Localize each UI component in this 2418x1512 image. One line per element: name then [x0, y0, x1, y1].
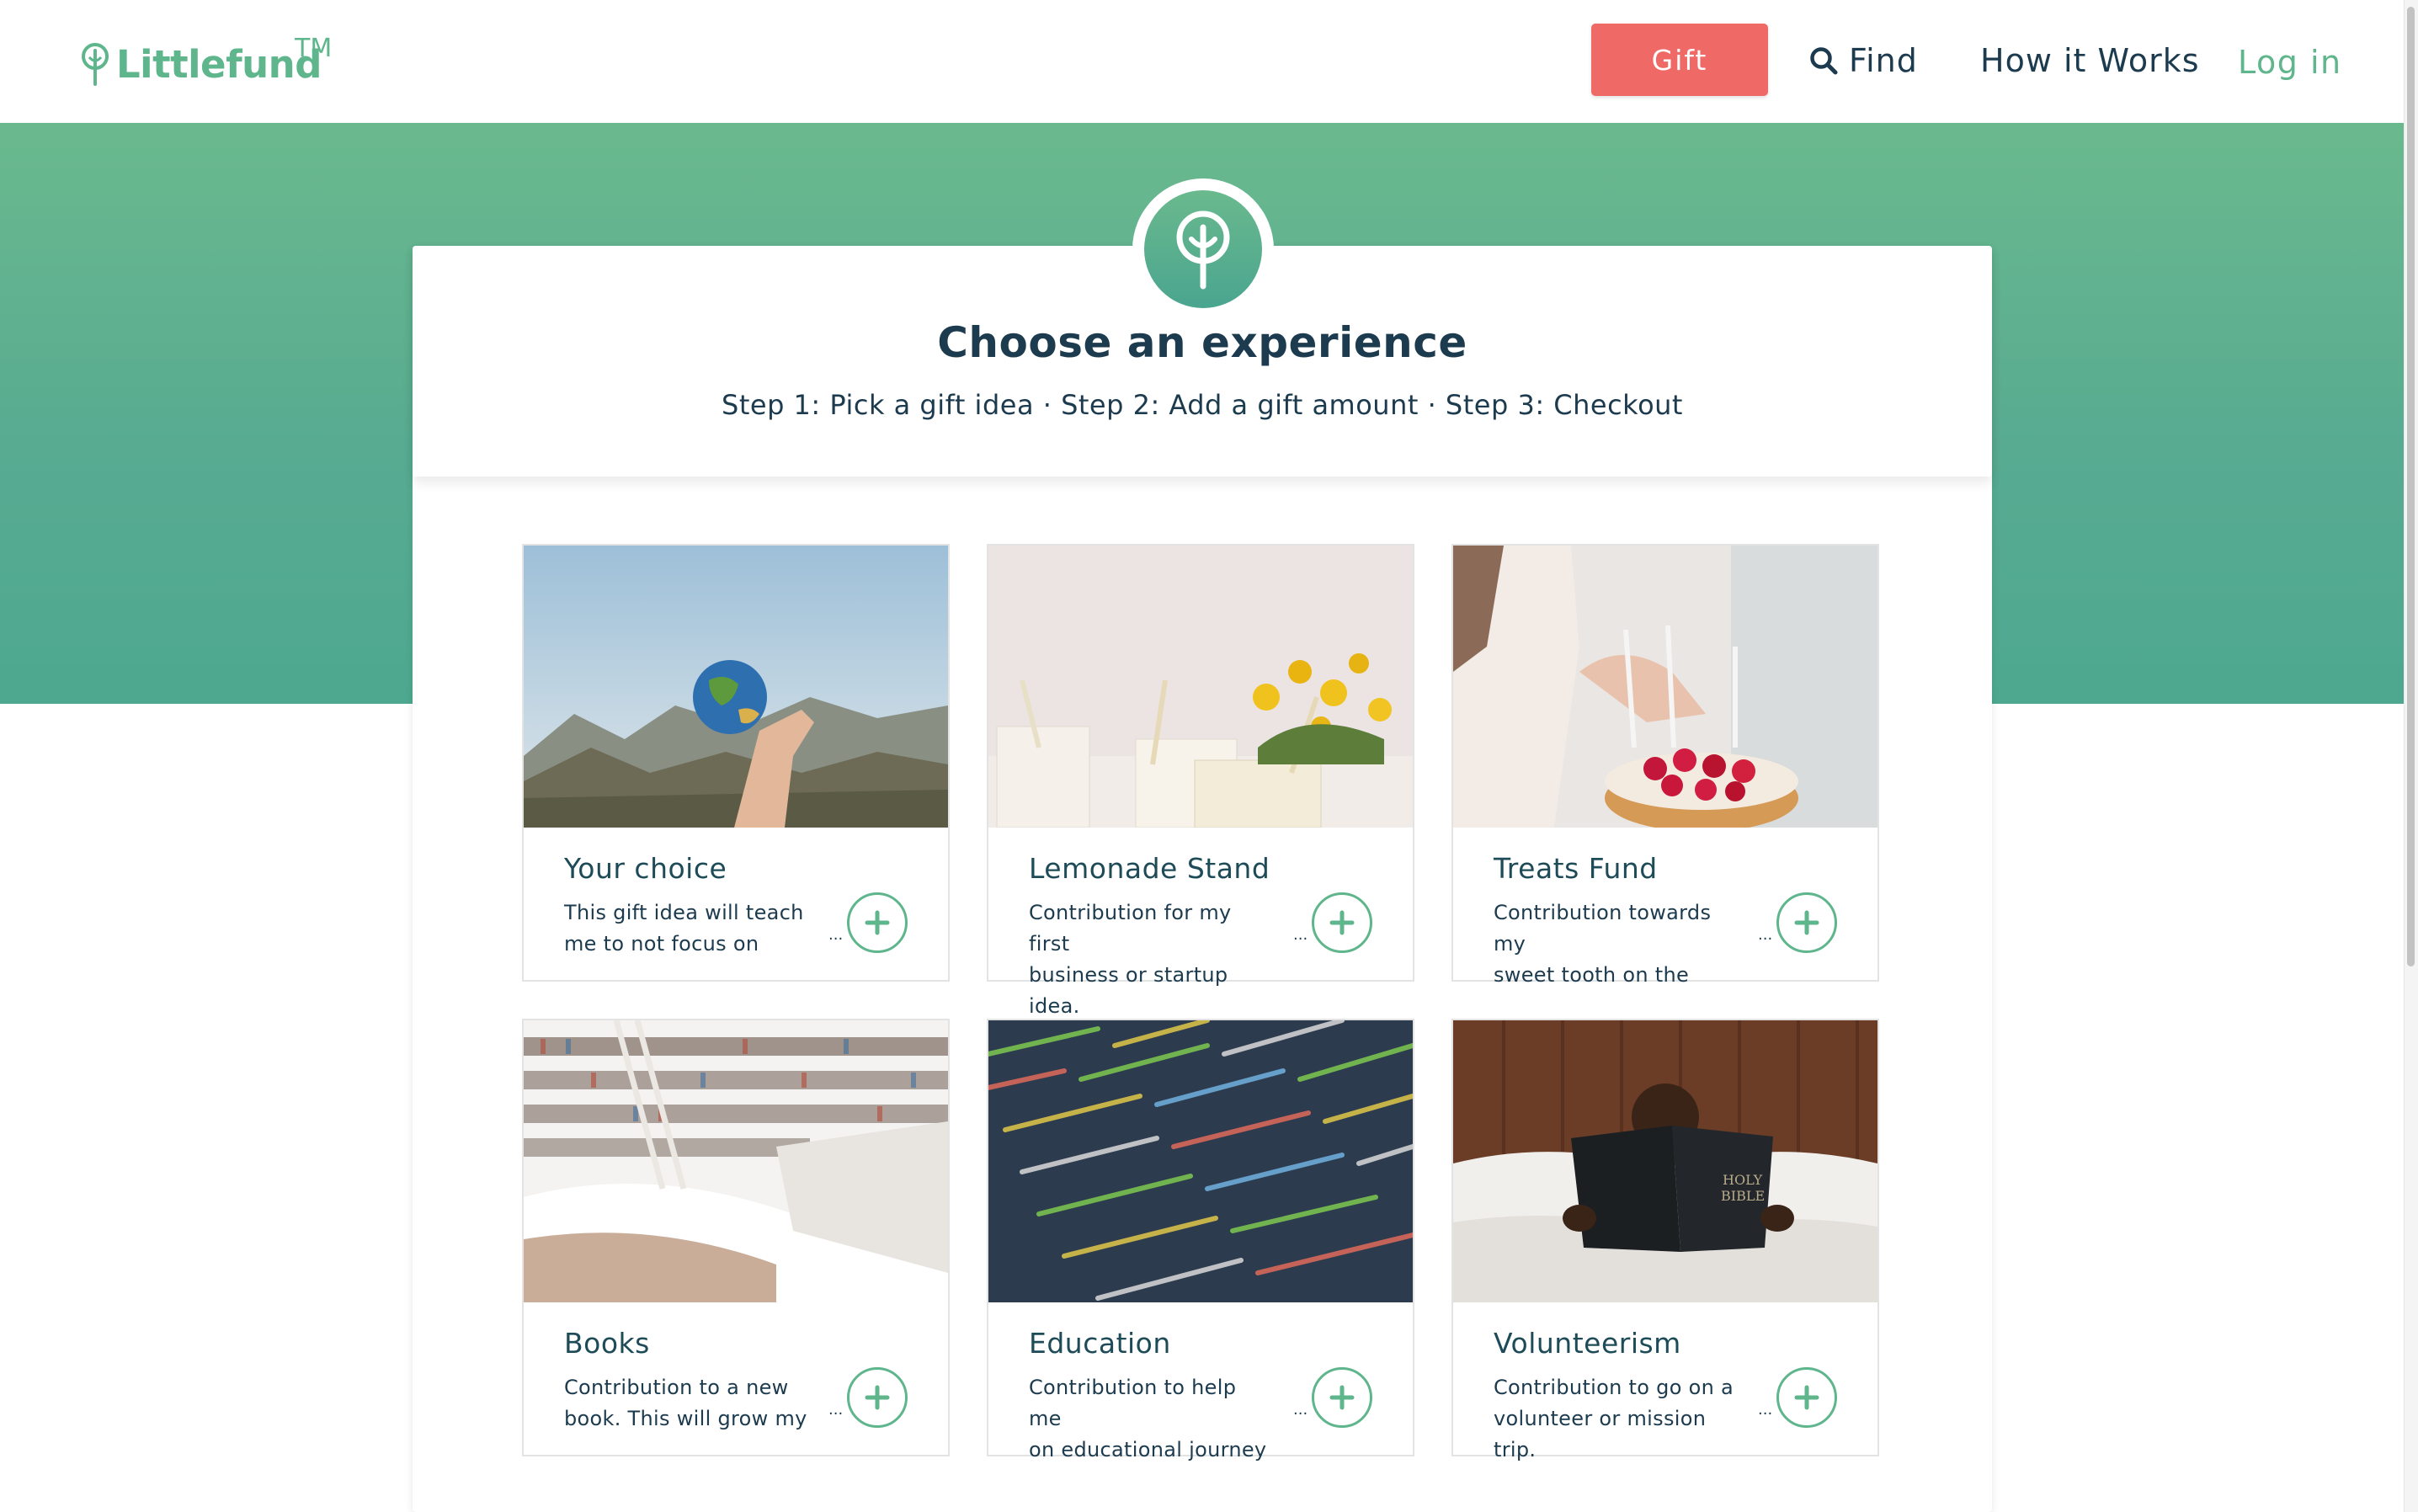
lemonade-glasses-flowers-photo — [988, 546, 1413, 828]
raspberry-cake-candles-photo — [1453, 546, 1877, 828]
truncation-ellipsis: ... — [1758, 1401, 1773, 1419]
card-title: Books — [564, 1327, 650, 1360]
svg-text:BIBLE: BIBLE — [1721, 1188, 1765, 1204]
page-title: Choose an experience — [937, 318, 1467, 367]
card-title: Lemonade Stand — [1029, 852, 1270, 885]
library-bookshelves-photo — [524, 1020, 948, 1302]
add-experience-button[interactable] — [1312, 892, 1372, 953]
card-description: Contribution towards my sweet tooth on t… — [1494, 901, 1712, 987]
card-description: Contribution to go on a volunteer or mis… — [1494, 1376, 1734, 1461]
card-title: Education — [1029, 1327, 1171, 1360]
brand-name: Littlefund — [116, 41, 322, 87]
plus-icon — [1794, 910, 1819, 935]
experience-card-education[interactable]: Education Contribution to help me on edu… — [987, 1019, 1414, 1461]
add-experience-button[interactable] — [847, 892, 908, 953]
nav-find-link[interactable]: Find — [1808, 37, 1918, 84]
page-subtitle: Step 1: Pick a gift idea · Step 2: Add a… — [722, 389, 1683, 421]
plus-icon — [1794, 1385, 1819, 1410]
experience-card-volunteerism[interactable]: HOLY BIBLE Volunteerism Contribution to … — [1451, 1019, 1879, 1461]
svg-text:HOLY: HOLY — [1723, 1172, 1763, 1188]
card-description: Contribution for my first business or st… — [1029, 901, 1232, 1018]
experience-card-books[interactable]: Books Contribution to a new book. This w… — [522, 1019, 950, 1456]
truncation-ellipsis: ... — [1293, 926, 1308, 944]
add-experience-button[interactable] — [1776, 1367, 1837, 1428]
experience-card-your-choice[interactable]: Your choice This gift idea will teach me… — [522, 544, 950, 982]
card-description: Contribution to a new book. This will gr… — [564, 1376, 807, 1430]
truncation-ellipsis: ... — [1293, 1401, 1308, 1419]
add-experience-button[interactable] — [847, 1367, 908, 1428]
add-experience-button[interactable] — [1776, 892, 1837, 953]
experience-card-treats-fund[interactable]: Treats Fund Contribution towards my swee… — [1451, 544, 1879, 987]
experience-header: Choose an experience Step 1: Pick a gift… — [413, 178, 1992, 476]
card-description: Contribution to help me on educational j… — [1029, 1376, 1267, 1461]
scrollbar-thumb[interactable] — [2407, 7, 2415, 966]
truncation-ellipsis: ... — [1758, 926, 1773, 944]
top-nav: Littlefund TM Gift Find How it Works Log… — [0, 0, 2405, 123]
child-reading-bible-photo: HOLY BIBLE — [1453, 1020, 1877, 1302]
plus-icon — [865, 1385, 890, 1410]
search-icon — [1810, 47, 1838, 75]
plus-icon — [1329, 1385, 1355, 1410]
gift-button[interactable]: Gift — [1591, 24, 1768, 96]
card-title: Volunteerism — [1494, 1327, 1681, 1360]
tree-icon — [82, 43, 109, 86]
card-title: Your choice — [564, 852, 727, 885]
truncation-ellipsis: ... — [828, 926, 844, 944]
badge — [1132, 178, 1274, 320]
nav-login-link[interactable]: Log in — [2238, 39, 2342, 86]
card-title: Treats Fund — [1494, 852, 1658, 885]
nav-how-it-works-link[interactable]: How it Works — [1980, 37, 2200, 84]
trademark: TM — [295, 34, 333, 63]
page-scrollbar[interactable] — [2404, 0, 2418, 1512]
tree-icon — [1176, 210, 1230, 290]
truncation-ellipsis: ... — [828, 1401, 844, 1419]
card-description: This gift idea will teach me to not focu… — [564, 901, 804, 956]
plus-icon — [865, 910, 890, 935]
code-on-screen-photo — [988, 1020, 1413, 1302]
find-label: Find — [1849, 42, 1918, 79]
plus-icon — [1329, 910, 1355, 935]
hand-holding-globe-photo — [524, 546, 948, 828]
experience-card-lemonade-stand[interactable]: Lemonade Stand Contribution for my first… — [987, 544, 1414, 1018]
experience-panel: Choose an experience Step 1: Pick a gift… — [413, 178, 1992, 1512]
add-experience-button[interactable] — [1312, 1367, 1372, 1428]
brand-logo[interactable]: Littlefund TM — [79, 34, 332, 89]
